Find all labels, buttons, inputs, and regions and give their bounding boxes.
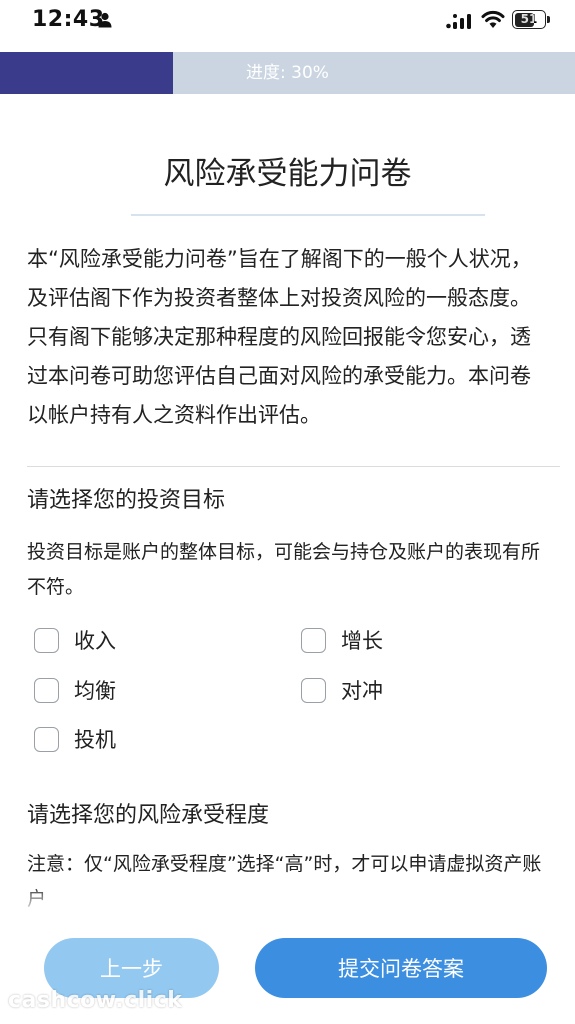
intro-paragraph: 本“风险承受能力问卷”旨在了解阁下的一般个人状况，及评估阁下作为投资者整体上对投… <box>27 247 532 427</box>
investment-goal-description: 投资目标是账户的整体目标，可能会与持仓及账户的表现有所不符。 <box>27 541 541 598</box>
checkbox-speculation-label: 投机 <box>74 728 116 752</box>
checkbox-growth-label: 增长 <box>341 629 383 653</box>
progress-label: 进度: 30% <box>246 63 329 83</box>
person-icon <box>98 12 112 28</box>
status-bar: 12:43 51 <box>0 0 575 50</box>
checkbox-growth-box[interactable] <box>301 627 326 653</box>
status-time: 12:43 <box>32 7 105 32</box>
checkbox-balanced-box[interactable] <box>34 677 59 703</box>
investment-goal-heading: 请选择您的投资目标 <box>27 488 226 513</box>
watermark: cashcow.click <box>8 988 183 1013</box>
checkbox-hedge-label: 对冲 <box>341 679 383 703</box>
battery-tip <box>547 16 550 23</box>
checkbox-hedge[interactable]: 对冲 <box>301 673 383 707</box>
checkbox-balanced-label: 均衡 <box>74 679 116 703</box>
signal-icon <box>446 14 471 29</box>
battery-level: 51 <box>520 12 538 26</box>
checkbox-income-box[interactable] <box>34 627 59 653</box>
checkbox-speculation[interactable]: 投机 <box>34 722 116 756</box>
progress-bar: 进度: 30% <box>0 52 575 94</box>
submit-answers-button[interactable]: 提交问卷答案 <box>255 938 547 998</box>
risk-level-heading: 请选择您的风险承受程度 <box>27 803 270 828</box>
title-underline <box>131 214 485 216</box>
section-divider <box>27 466 560 467</box>
checkbox-hedge-box[interactable] <box>301 677 326 703</box>
battery-icon: 51 <box>512 10 546 29</box>
page-title: 风险承受能力问卷 <box>163 156 412 192</box>
wifi-icon <box>481 10 505 28</box>
checkbox-income[interactable]: 收入 <box>34 623 116 657</box>
checkbox-balanced[interactable]: 均衡 <box>34 673 116 707</box>
checkbox-speculation-box[interactable] <box>34 726 59 752</box>
checkbox-growth[interactable]: 增长 <box>301 623 383 657</box>
checkbox-income-label: 收入 <box>74 629 116 653</box>
